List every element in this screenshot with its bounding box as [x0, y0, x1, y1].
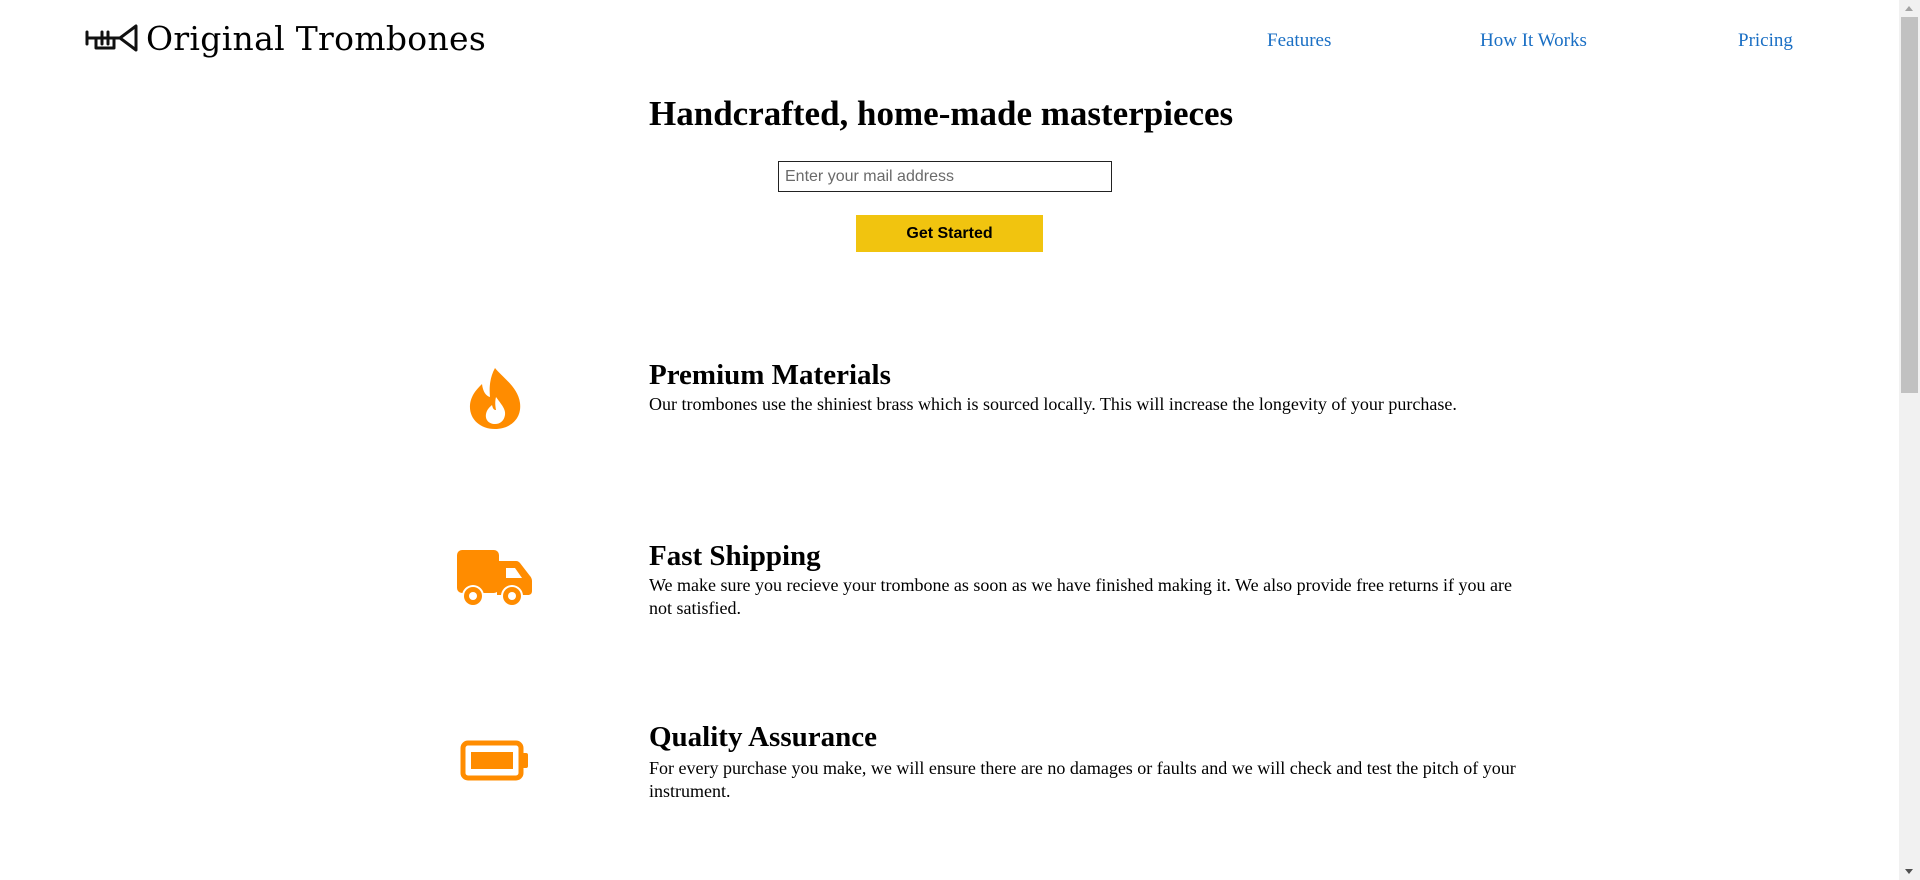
- feature-text: For every purchase you make, we will ens…: [649, 758, 1516, 801]
- feature-text: Our trombones use the shiniest brass whi…: [649, 394, 1457, 414]
- nav-link-pricing[interactable]: Pricing: [1738, 30, 1793, 52]
- fire-icon: [469, 368, 521, 429]
- battery-icon: [460, 740, 528, 781]
- truck-icon: [457, 550, 532, 607]
- logo[interactable]: Original Trombones: [84, 18, 486, 58]
- scroll-up-arrow-icon[interactable]: [1905, 6, 1913, 11]
- feature-title: Premium Materials: [649, 359, 891, 391]
- get-started-button[interactable]: Get Started: [856, 215, 1043, 252]
- main-content: Original Trombones Features How It Works…: [0, 0, 1899, 880]
- feature-text: We make sure you recieve your trombone a…: [649, 575, 1512, 618]
- logo-text: Original Trombones: [146, 18, 487, 58]
- page: Original Trombones Features How It Works…: [0, 0, 1920, 880]
- hero-title: Handcrafted, home-made masterpieces: [649, 94, 1234, 133]
- vertical-scrollbar[interactable]: [1899, 0, 1920, 880]
- feature-title: Fast Shipping: [649, 540, 821, 572]
- nav-link-how-it-works[interactable]: How It Works: [1480, 30, 1587, 52]
- feature-title: Quality Assurance: [649, 721, 877, 753]
- trombone-icon: [85, 24, 138, 52]
- nav-link-features[interactable]: Features: [1267, 30, 1331, 52]
- scroll-down-arrow-icon[interactable]: [1905, 869, 1913, 874]
- scrollbar-thumb[interactable]: [1901, 17, 1918, 393]
- email-input[interactable]: [778, 161, 1112, 192]
